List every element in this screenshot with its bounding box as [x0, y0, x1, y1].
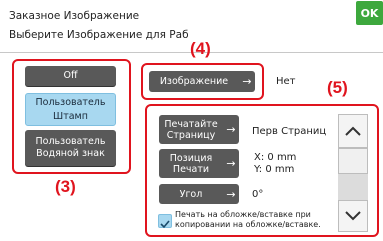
- callout-4: (4): [190, 39, 211, 58]
- arrow-right-icon: →: [226, 187, 236, 201]
- print-page-value: Перв Страниц: [252, 126, 327, 137]
- scroll-up-button[interactable]: [338, 114, 368, 148]
- off-button[interactable]: Off: [25, 66, 116, 86]
- cover-print-checkbox[interactable]: [158, 214, 172, 229]
- print-position-label: Позиция Печати: [169, 152, 213, 175]
- print-position-y: Y: 0 mm: [254, 164, 295, 175]
- custom-image-screen: Заказное Изображение Выберите Изображени…: [0, 0, 383, 241]
- cover-print-label-line2: копировании на обложке/вставке.: [175, 220, 321, 229]
- arrow-right-icon: →: [242, 75, 252, 88]
- ok-button[interactable]: OK: [356, 1, 383, 25]
- callout-5: (5): [327, 78, 348, 97]
- print-position-button[interactable]: Позиция Печати →: [159, 149, 239, 178]
- chevron-down-icon: [345, 211, 361, 221]
- scroll-down-button[interactable]: [338, 200, 368, 232]
- print-page-label: Печатайте Страницу: [164, 118, 218, 141]
- off-button-label: Off: [63, 70, 78, 81]
- user-watermark-label: Пользователь Водяной знак: [35, 136, 106, 159]
- screen-instruction: Выберите Изображение для Раб: [9, 29, 189, 41]
- callout-3: (3): [55, 177, 76, 196]
- print-page-button[interactable]: Печатайте Страницу →: [159, 115, 239, 144]
- screen-title: Заказное Изображение: [9, 10, 140, 22]
- scroll-thumb[interactable]: [338, 148, 368, 174]
- arrow-right-icon: →: [226, 123, 236, 136]
- image-select-label: Изображение: [159, 76, 229, 87]
- angle-button[interactable]: Угол →: [159, 184, 239, 204]
- user-stamp-label: Пользователь Штамп: [35, 96, 106, 122]
- cover-print-label: Печать на обложке/вставке при копировани…: [175, 210, 321, 230]
- angle-label: Угол: [179, 188, 203, 200]
- arrow-right-icon: →: [226, 157, 236, 170]
- image-select-button[interactable]: Изображение →: [149, 71, 255, 92]
- user-stamp-button[interactable]: Пользователь Штамп: [25, 93, 116, 126]
- chevron-up-icon: [345, 126, 361, 136]
- check-icon: [160, 220, 170, 229]
- user-watermark-button[interactable]: Пользователь Водяной знак: [25, 130, 116, 166]
- print-position-x: X: 0 mm: [254, 152, 297, 163]
- cover-print-label-line1: Печать на обложке/вставке при: [175, 210, 311, 219]
- image-value: Нет: [276, 76, 296, 87]
- angle-value: 0°: [252, 189, 264, 200]
